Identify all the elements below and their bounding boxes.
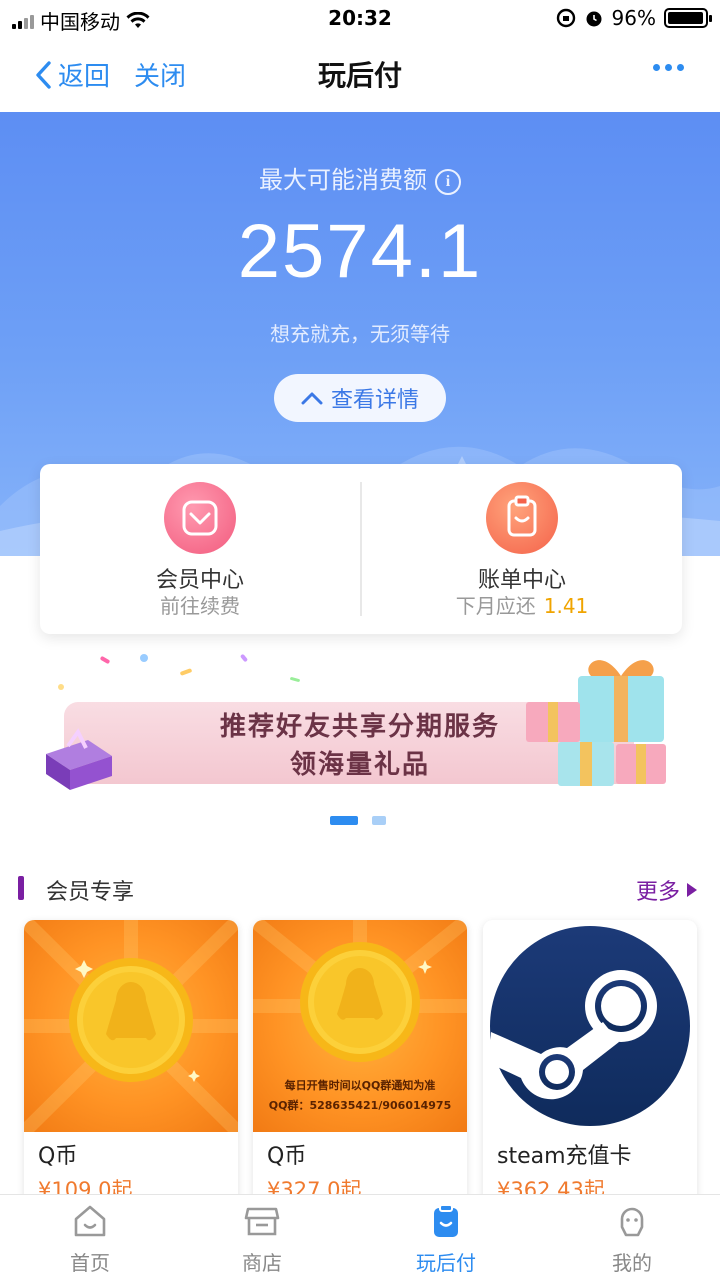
product-card-qcoin-1[interactable]: Q币 ¥109.0起 — [24, 920, 238, 1210]
product-name: Q币 — [267, 1144, 307, 1169]
banner-line-1: 推荐好友共享分期服务 — [219, 712, 500, 742]
tab-bar: 首页 商店 玩后付 我的 — [0, 1194, 720, 1280]
alarm-icon — [586, 11, 602, 27]
bill-center-sub: 下月应还 1.41 — [362, 590, 682, 619]
steam-logo-image — [483, 920, 697, 1132]
sale-notice: 每日开售时间以QQ群通知为准 QQ群：528635421/906014975 — [253, 1076, 467, 1116]
view-details-button[interactable]: 查看详情 — [274, 374, 446, 422]
confetti — [140, 654, 148, 662]
tab-label: 商店 — [242, 1251, 282, 1275]
rotation-lock-icon — [556, 8, 575, 28]
tab-mine[interactable]: 我的 — [542, 1195, 720, 1280]
battery-percent: 96% — [611, 6, 656, 30]
promo-banner[interactable]: 推荐好友共享分期服务 领海量礼品 — [40, 648, 680, 796]
product-card-steam[interactable]: steam充值卡 ¥362.43起 — [483, 920, 697, 1210]
confetti — [99, 655, 111, 665]
banner-page-indicator — [330, 816, 386, 825]
tab-label: 我的 — [612, 1251, 652, 1275]
member-center-sub: 前往续费 — [160, 594, 240, 618]
nav-bar: 返回 关闭 玩后付 — [0, 38, 720, 112]
status-bar: 中国移动 20:32 96% — [0, 0, 720, 38]
info-icon[interactable]: i — [435, 169, 461, 195]
chevron-up-icon — [301, 392, 323, 405]
battery-icon — [664, 8, 712, 28]
page-dot — [372, 816, 386, 825]
more-label: 更多 — [635, 880, 680, 905]
qcoin-image — [24, 920, 238, 1132]
confetti — [239, 653, 249, 663]
home-icon — [74, 1205, 106, 1237]
tab-label: 玩后付 — [416, 1251, 476, 1275]
member-center-button[interactable]: 会员中心 前往续费 — [40, 464, 360, 634]
more-link[interactable]: 更多 — [636, 874, 698, 906]
store-icon — [244, 1207, 280, 1236]
confetti — [289, 676, 301, 683]
sale-notice-line-2: QQ群：528635421/906014975 — [268, 1099, 452, 1112]
tab-label: 首页 — [70, 1251, 110, 1275]
max-spend-amount: 2574.1 — [237, 209, 483, 294]
product-card-qcoin-2[interactable]: 每日开售时间以QQ群通知为准 QQ群：528635421/906014975 Q币… — [253, 920, 467, 1210]
qcoin-image: 每日开售时间以QQ群通知为准 QQ群：528635421/906014975 — [253, 920, 467, 1132]
confetti — [58, 684, 64, 690]
diamond-icon — [164, 482, 236, 554]
banner-line-2: 领海量礼品 — [289, 750, 430, 780]
confetti — [179, 668, 193, 676]
next-month-amount: 1.41 — [543, 594, 589, 618]
page-dot — [330, 816, 358, 825]
bill-icon — [486, 482, 558, 554]
quick-actions-card: 会员中心 前往续费 账单中心 下月应还 1.41 — [40, 464, 682, 634]
section-title: 会员专享 — [46, 880, 135, 905]
max-spend-caption: 最大可能消费额 i — [0, 160, 720, 195]
page-title: 玩后付 — [317, 59, 402, 92]
max-spend-label: 最大可能消费额 — [259, 166, 427, 194]
tab-home[interactable]: 首页 — [0, 1195, 180, 1280]
bill-center-button[interactable]: 账单中心 下月应还 1.41 — [362, 464, 682, 634]
section-accent-bar — [18, 876, 24, 900]
product-name: steam充值卡 — [497, 1144, 632, 1169]
members-exclusive-header: 会员专享 更多 — [0, 870, 720, 910]
profile-icon — [620, 1207, 644, 1237]
triangle-right-icon — [687, 883, 697, 897]
sale-notice-line-1: 每日开售时间以QQ群通知为准 — [284, 1079, 436, 1092]
more-menu-icon[interactable] — [653, 64, 684, 71]
tab-store[interactable]: 商店 — [172, 1195, 352, 1280]
hero-subtitle: 想充就充，无须等待 — [270, 322, 450, 346]
product-name: Q币 — [38, 1144, 78, 1169]
clipboard-icon — [434, 1204, 458, 1237]
next-month-label: 下月应还 — [455, 594, 536, 618]
screen: { "status_bar": {"carrier": "中国移动", "tim… — [0, 0, 720, 1280]
tab-play-later-pay[interactable]: 玩后付 — [356, 1195, 536, 1280]
view-details-label: 查看详情 — [330, 388, 419, 413]
